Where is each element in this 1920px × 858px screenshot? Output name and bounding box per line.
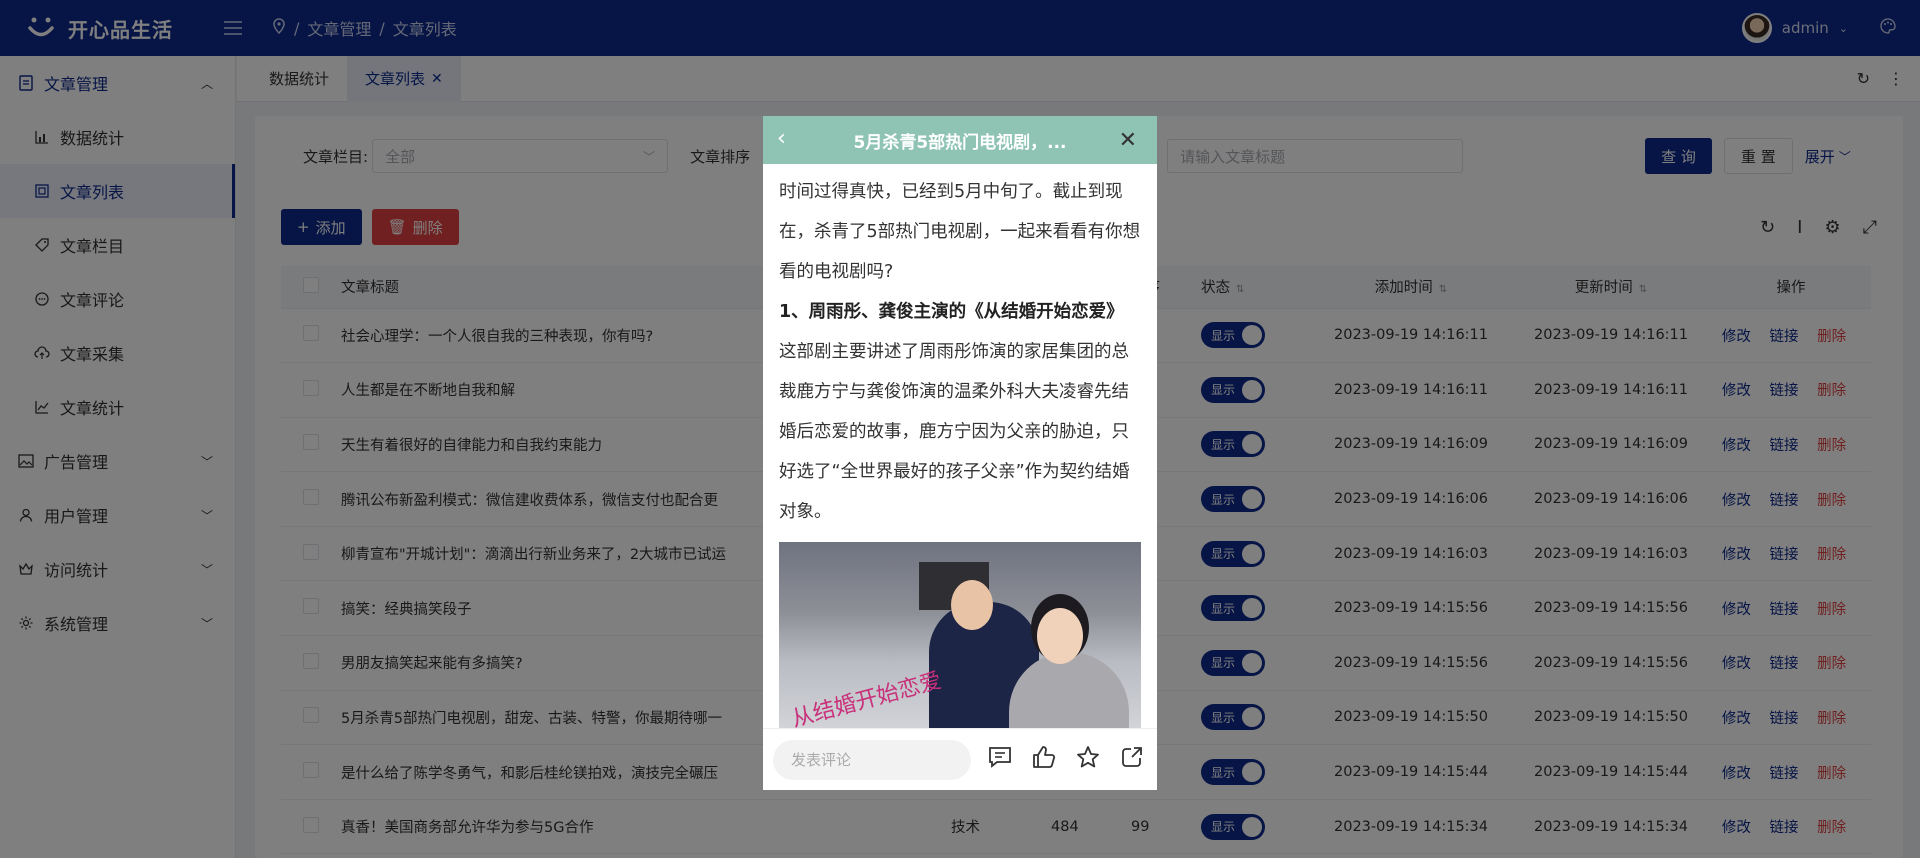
image-overlay-text: 从结婚开始恋爱 xyxy=(789,668,945,728)
article-preview-modal: ‹ 5月杀青5部热门电视剧，... ✕ 时间过得真快，已经到5月中旬了。截止到现… xyxy=(763,116,1157,790)
modal-title: 5月杀青5部热门电视剧，... xyxy=(853,132,1067,153)
modal-footer: 发表评论 xyxy=(763,728,1157,790)
article-image: 从结婚开始恋爱 xyxy=(779,542,1141,728)
like-icon[interactable] xyxy=(1029,745,1059,775)
close-icon[interactable]: ✕ xyxy=(1119,128,1137,153)
modal-header: ‹ 5月杀青5部热门电视剧，... ✕ xyxy=(763,116,1157,164)
comment-input[interactable]: 发表评论 xyxy=(773,739,971,780)
share-icon[interactable] xyxy=(1117,745,1147,775)
comment-icon[interactable] xyxy=(985,746,1015,774)
article-paragraph: 这部剧主要讲述了周雨彤饰演的家居集团的总裁鹿方宁与龚俊饰演的温柔外科大夫凌睿先结… xyxy=(779,342,1130,522)
back-icon[interactable]: ‹ xyxy=(777,126,786,151)
article-heading: 1、周雨彤、龚俊主演的《从结婚开始恋爱》 xyxy=(779,302,1124,322)
comment-placeholder: 发表评论 xyxy=(791,751,852,769)
modal-content: 时间过得真快，已经到5月中旬了。截止到现在，杀青了5部热门电视剧，一起来看看有你… xyxy=(763,164,1157,728)
article-paragraph: 时间过得真快，已经到5月中旬了。截止到现在，杀青了5部热门电视剧，一起来看看有你… xyxy=(779,182,1141,282)
star-icon[interactable] xyxy=(1073,745,1103,775)
